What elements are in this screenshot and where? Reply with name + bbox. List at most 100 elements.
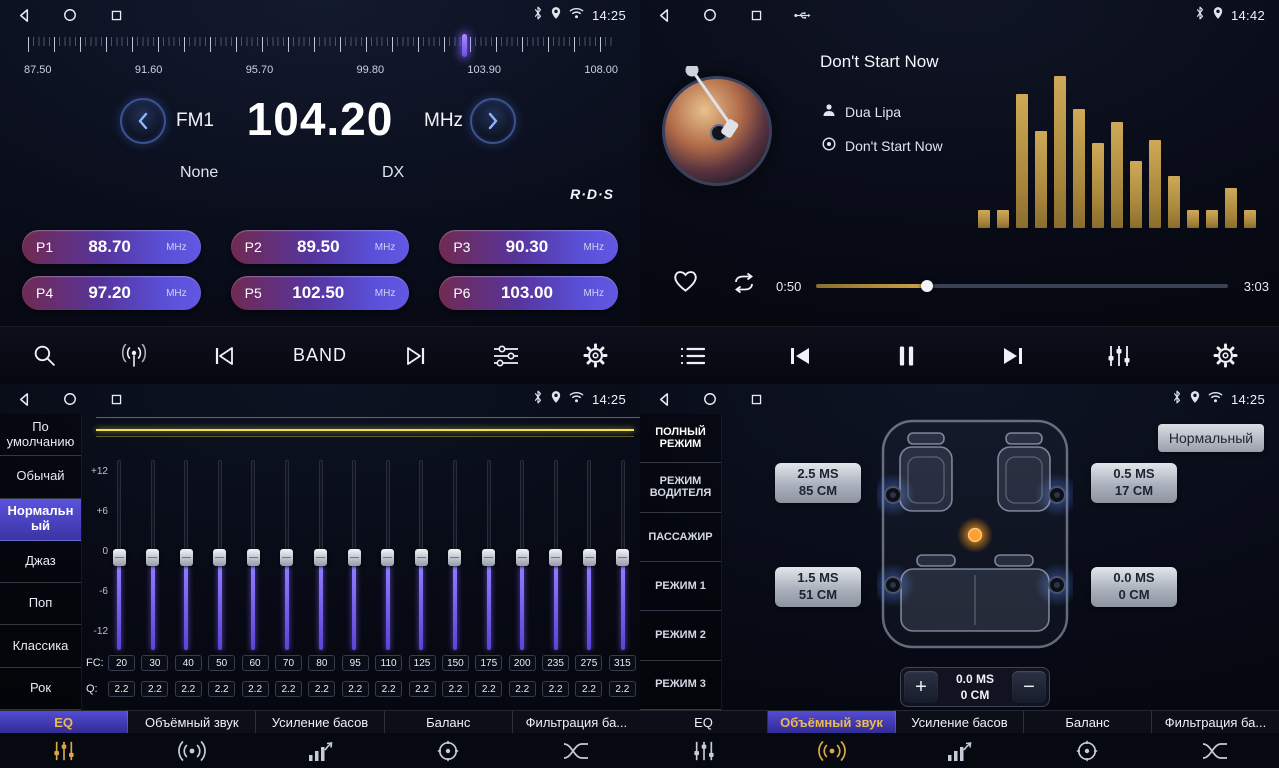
broadcast-icon[interactable] xyxy=(114,344,154,368)
delay-chip-rear-left[interactable]: 1.5 MS51 CM xyxy=(775,567,861,607)
tab-surround[interactable]: Объёмный звук xyxy=(128,711,256,733)
frequency-ruler[interactable] xyxy=(28,37,614,57)
eq-preset-jazz[interactable]: Джаз xyxy=(0,541,81,583)
next-station-icon[interactable] xyxy=(396,345,436,367)
slider-knob[interactable] xyxy=(448,549,461,566)
eq-preset-custom[interactable]: Обычай xyxy=(0,456,81,498)
filter-crossover-icon[interactable] xyxy=(1151,733,1279,768)
eq-band-slider[interactable] xyxy=(414,460,428,650)
eq-faders-icon[interactable] xyxy=(0,733,128,768)
slider-knob[interactable] xyxy=(213,549,226,566)
tune-up-button[interactable] xyxy=(470,98,516,144)
repeat-icon[interactable] xyxy=(730,272,758,299)
q-value[interactable]: 2.2 xyxy=(375,681,402,697)
delay-increase-button[interactable]: + xyxy=(904,671,938,703)
eq-faders-icon[interactable] xyxy=(640,733,768,768)
slider-knob[interactable] xyxy=(516,549,529,566)
fc-value[interactable]: 315 xyxy=(609,655,636,671)
eq-preset-default[interactable]: По умолчанию xyxy=(0,414,81,456)
fc-value[interactable]: 70 xyxy=(275,655,302,671)
q-value[interactable]: 2.2 xyxy=(242,681,269,697)
preset-button-p6[interactable]: P6103.00MHz xyxy=(439,276,618,310)
fc-value[interactable]: 95 xyxy=(342,655,369,671)
slider-knob[interactable] xyxy=(381,549,394,566)
nav-recents-icon[interactable] xyxy=(106,9,126,22)
eq-band-slider[interactable] xyxy=(146,460,160,650)
q-value[interactable]: 2.2 xyxy=(542,681,569,697)
preset-button-p5[interactable]: P5102.50MHz xyxy=(231,276,410,310)
nav-back-icon[interactable] xyxy=(14,392,34,407)
mode-2[interactable]: РЕЖИМ 2 xyxy=(640,611,721,660)
nav-home-icon[interactable] xyxy=(60,392,80,406)
eq-band-slider[interactable] xyxy=(448,460,462,650)
audio-settings-icon[interactable] xyxy=(486,345,526,367)
balance-icon[interactable] xyxy=(1023,733,1151,768)
preset-button-p1[interactable]: P188.70MHz xyxy=(22,230,201,264)
delay-chip-rear-right[interactable]: 0.0 MS0 CM xyxy=(1091,567,1177,607)
q-value[interactable]: 2.2 xyxy=(575,681,602,697)
progress-knob[interactable] xyxy=(921,280,933,292)
next-track-icon[interactable] xyxy=(993,345,1033,367)
slider-knob[interactable] xyxy=(180,549,193,566)
eq-band-slider[interactable] xyxy=(482,460,496,650)
balance-icon[interactable] xyxy=(384,733,512,768)
fc-value[interactable]: 60 xyxy=(242,655,269,671)
fc-value[interactable]: 150 xyxy=(442,655,469,671)
fc-value[interactable]: 235 xyxy=(542,655,569,671)
q-value[interactable]: 2.2 xyxy=(141,681,168,697)
eq-band-slider[interactable] xyxy=(582,460,596,650)
fc-value[interactable]: 40 xyxy=(175,655,202,671)
mode-full[interactable]: ПОЛНЫЙ РЕЖИМ xyxy=(640,414,721,463)
album-art[interactable] xyxy=(658,66,780,190)
eq-band-slider[interactable] xyxy=(213,460,227,650)
eq-band-slider[interactable] xyxy=(549,460,563,650)
q-value[interactable]: 2.2 xyxy=(509,681,536,697)
pause-icon[interactable] xyxy=(886,344,926,368)
surround-icon[interactable] xyxy=(128,733,256,768)
q-value[interactable]: 2.2 xyxy=(609,681,636,697)
preset-button-p2[interactable]: P289.50MHz xyxy=(231,230,410,264)
tab-surround[interactable]: Объёмный звук xyxy=(768,711,896,733)
eq-band-slider[interactable] xyxy=(616,460,630,650)
filter-crossover-icon[interactable] xyxy=(512,733,640,768)
tab-balance[interactable]: Баланс xyxy=(385,711,513,733)
eq-preset-pop[interactable]: Поп xyxy=(0,583,81,625)
slider-knob[interactable] xyxy=(415,549,428,566)
slider-knob[interactable] xyxy=(583,549,596,566)
fc-value[interactable]: 20 xyxy=(108,655,135,671)
mode-1[interactable]: РЕЖИМ 1 xyxy=(640,562,721,611)
eq-band-slider[interactable] xyxy=(347,460,361,650)
tuner-needle[interactable] xyxy=(462,34,467,57)
eq-band-slider[interactable] xyxy=(179,460,193,650)
fc-value[interactable]: 110 xyxy=(375,655,402,671)
nav-back-icon[interactable] xyxy=(14,8,34,23)
nav-recents-icon[interactable] xyxy=(746,393,766,406)
nav-recents-icon[interactable] xyxy=(746,9,766,22)
delay-chip-front-right[interactable]: 0.5 MS17 CM xyxy=(1091,463,1177,503)
tab-filter[interactable]: Фильтрация ба... xyxy=(513,711,640,733)
tab-eq[interactable]: EQ xyxy=(0,711,128,733)
eq-preset-classic[interactable]: Классика xyxy=(0,625,81,667)
eq-preset-normal[interactable]: Нормальный xyxy=(0,499,81,541)
progress-bar[interactable] xyxy=(816,284,1228,288)
q-value[interactable]: 2.2 xyxy=(275,681,302,697)
delay-chip-front-left[interactable]: 2.5 MS85 CM xyxy=(775,463,861,503)
bass-boost-icon[interactable] xyxy=(896,733,1024,768)
mode-passenger[interactable]: ПАССАЖИР xyxy=(640,513,721,562)
fc-value[interactable]: 30 xyxy=(141,655,168,671)
nav-home-icon[interactable] xyxy=(700,8,720,22)
nav-back-icon[interactable] xyxy=(654,392,674,407)
q-value[interactable]: 2.2 xyxy=(342,681,369,697)
fc-value[interactable]: 200 xyxy=(509,655,536,671)
slider-knob[interactable] xyxy=(482,549,495,566)
eq-band-slider[interactable] xyxy=(515,460,529,650)
scan-search-icon[interactable] xyxy=(25,343,65,368)
fc-value[interactable]: 50 xyxy=(208,655,235,671)
mode-driver[interactable]: РЕЖИМ ВОДИТЕЛЯ xyxy=(640,463,721,512)
eq-band-slider[interactable] xyxy=(112,460,126,650)
delay-decrease-button[interactable]: − xyxy=(1012,671,1046,703)
fc-value[interactable]: 125 xyxy=(409,655,436,671)
slider-knob[interactable] xyxy=(314,549,327,566)
fc-value[interactable]: 175 xyxy=(475,655,502,671)
playlist-icon[interactable] xyxy=(673,346,713,366)
